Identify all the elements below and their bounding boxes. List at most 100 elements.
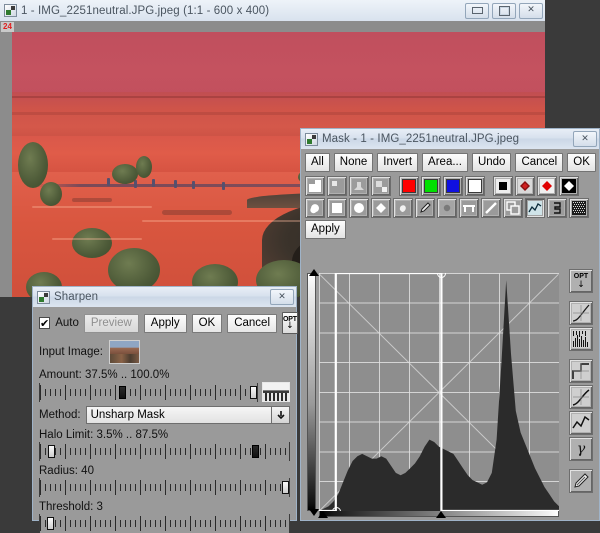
photo-sky (12, 32, 545, 98)
threshold-slider[interactable] (39, 514, 290, 533)
soft-brush-icon[interactable] (437, 198, 457, 218)
mask-subtract-icon[interactable] (349, 176, 369, 196)
mask-window-title: Mask - 1 - IMG_2251neutral.JPG.jpeg (322, 133, 573, 145)
amount-slider[interactable] (39, 383, 258, 402)
mask-window-icon (305, 133, 318, 146)
mask-window[interactable]: Mask - 1 - IMG_2251neutral.JPG.jpeg ✕ Al… (300, 128, 600, 521)
main-window-titlebar[interactable]: 1 - IMG_2251neutral.JPG.jpeg (1:1 - 600 … (0, 0, 545, 21)
halo-low-handle[interactable] (48, 445, 55, 458)
mask-cancel-button[interactable]: Cancel (515, 153, 563, 172)
amount-row (39, 382, 290, 402)
amount-preview-thumbnail[interactable] (262, 382, 290, 402)
mask-toolbar-row-2 (305, 198, 595, 218)
color-red-swatch[interactable] (399, 176, 419, 196)
curve-control-point[interactable] (332, 507, 341, 511)
mask-apply-secondary-button[interactable]: Apply (305, 220, 346, 239)
rect-select-icon[interactable] (327, 198, 347, 218)
gamma-icon[interactable]: γ (569, 437, 593, 461)
color-white-swatch[interactable] (465, 176, 485, 196)
dither-icon[interactable] (569, 198, 589, 218)
halo-limit-slider[interactable] (39, 442, 290, 461)
sharpen-window-body: ✔ Auto Preview Apply OK Cancel OPT ↓ Inp… (32, 307, 297, 521)
minimize-button[interactable] (465, 3, 489, 19)
curve-log-icon[interactable] (569, 301, 593, 325)
step-curve-icon[interactable] (569, 359, 593, 383)
close-button[interactable]: ✕ (519, 3, 543, 19)
tone-curve-panel[interactable] (305, 269, 561, 519)
close-icon: ✕ (574, 132, 596, 146)
mask-ok-button[interactable]: OK (567, 153, 596, 172)
chevron-down-icon[interactable] (271, 407, 289, 423)
radius-handle[interactable] (282, 481, 289, 494)
mask-area-button[interactable]: Area... (422, 153, 468, 172)
sharpen-command-bar: ✔ Auto Preview Apply OK Cancel OPT ↓ (39, 312, 290, 334)
auto-checkbox[interactable]: ✔ (39, 317, 50, 329)
main-window-title: 1 - IMG_2251neutral.JPG.jpeg (1:1 - 600 … (21, 5, 465, 17)
filter-window-icon (37, 291, 50, 304)
threshold-handle[interactable] (47, 517, 54, 530)
close-icon: ✕ (520, 4, 542, 18)
shape-white-diamond-icon[interactable] (559, 176, 579, 196)
gradient-bridge-icon[interactable] (459, 198, 479, 218)
cancel-button[interactable]: Cancel (227, 314, 277, 333)
amount-label: Amount: 37.5% .. 100.0% (39, 369, 290, 381)
layers-icon[interactable] (503, 198, 523, 218)
mask-all-button[interactable]: All (305, 153, 330, 172)
mask-close-button[interactable]: ✕ (573, 131, 597, 147)
mask-add-icon[interactable] (327, 176, 347, 196)
shape-blur-diamond-icon[interactable] (515, 176, 535, 196)
output-top-marker[interactable] (309, 269, 319, 276)
polyline-curve-icon[interactable] (569, 411, 593, 435)
tone-curve-plot[interactable] (319, 273, 559, 511)
buckle-icon[interactable] (547, 198, 567, 218)
output-gradient-bar[interactable] (307, 273, 316, 511)
smooth-curve-icon[interactable] (569, 385, 593, 409)
input-image-thumbnail[interactable] (109, 340, 140, 364)
lasso-select-icon[interactable] (393, 198, 413, 218)
radius-slider[interactable] (39, 478, 290, 497)
sharpen-close-button[interactable]: ✕ (270, 289, 294, 305)
mask-intersect-icon[interactable] (371, 176, 391, 196)
method-select[interactable]: Unsharp Mask (86, 406, 290, 424)
input-mid-marker[interactable] (436, 511, 446, 518)
apply-button[interactable]: Apply (144, 314, 187, 333)
pipette-icon[interactable] (415, 198, 435, 218)
histogram-icon[interactable] (569, 327, 593, 351)
preview-button[interactable]: Preview (84, 314, 139, 333)
ellipse-select-icon[interactable] (349, 198, 369, 218)
mask-undo-button[interactable]: Undo (472, 153, 512, 172)
input-image-row: Input Image: (39, 340, 290, 364)
input-black-marker[interactable] (318, 511, 328, 518)
sharpen-window-title: Sharpen (54, 291, 270, 303)
line-icon[interactable] (481, 198, 501, 218)
sharpen-opt-button[interactable]: OPT ↓ (282, 312, 298, 334)
mask-window-body: All None Invert Area... Undo Cancel OK A… (300, 149, 600, 521)
maximize-button[interactable] (492, 3, 516, 19)
mask-replace-icon[interactable] (305, 176, 325, 196)
opt-icon[interactable]: OPT ↓ (569, 269, 593, 293)
ok-button[interactable]: OK (192, 314, 223, 333)
curve-and-histogram[interactable] (319, 273, 559, 511)
photo-person (107, 178, 110, 186)
shape-square-icon[interactable] (493, 176, 513, 196)
shape-diamond-icon[interactable] (537, 176, 557, 196)
mask-invert-button[interactable]: Invert (377, 153, 418, 172)
color-green-swatch[interactable] (421, 176, 441, 196)
amount-high-handle[interactable] (250, 386, 257, 399)
mask-window-titlebar[interactable]: Mask - 1 - IMG_2251neutral.JPG.jpeg ✕ (300, 128, 600, 149)
pipette-icon[interactable] (569, 469, 593, 493)
photo-person (192, 181, 195, 189)
photo-person (222, 182, 225, 190)
blob-select-icon[interactable] (305, 198, 325, 218)
sharpen-window[interactable]: Sharpen ✕ ✔ Auto Preview Apply OK Cancel… (32, 286, 297, 521)
method-label: Method: (39, 409, 81, 421)
main-window-controls: ✕ (465, 3, 543, 19)
polygon-select-icon[interactable] (371, 198, 391, 218)
color-blue-swatch[interactable] (443, 176, 463, 196)
mask-none-button[interactable]: None (334, 153, 374, 172)
halo-high-handle[interactable] (252, 445, 259, 458)
curve-icon[interactable] (525, 198, 545, 218)
sharpen-window-titlebar[interactable]: Sharpen ✕ (32, 286, 297, 307)
photo-bush (40, 182, 62, 206)
amount-low-handle[interactable] (119, 386, 126, 399)
